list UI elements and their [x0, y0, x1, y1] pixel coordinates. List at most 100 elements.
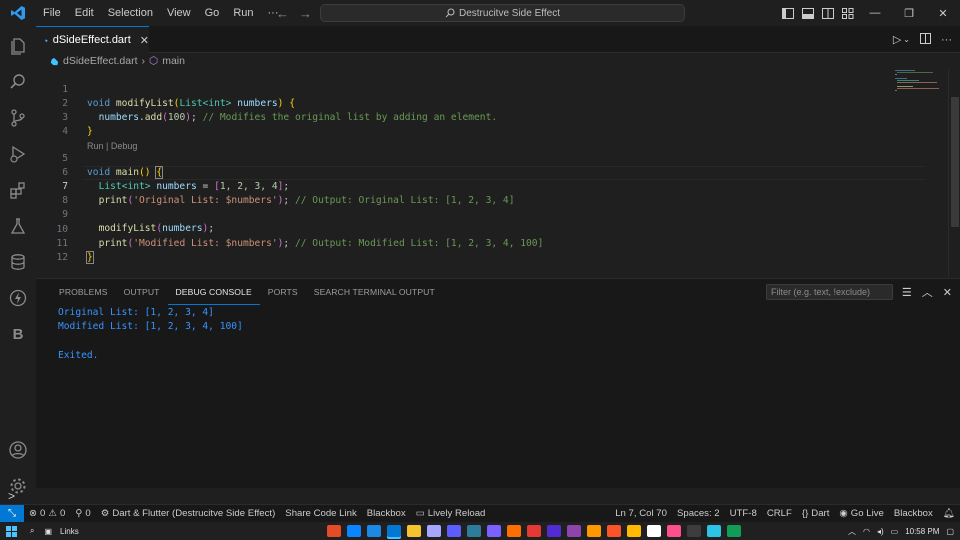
taskbar-app-icon[interactable] [447, 525, 461, 537]
indentation[interactable]: Spaces: 2 [672, 508, 725, 519]
database-icon[interactable] [0, 244, 36, 280]
network-icon[interactable]: ◠ [863, 527, 870, 536]
tab-problems[interactable]: PROBLEMS [51, 279, 116, 305]
forward-arrow-icon[interactable]: → [299, 6, 312, 21]
clock[interactable]: 10:58 PM [905, 527, 939, 536]
menu-file[interactable]: File [36, 0, 68, 26]
taskbar-app-icon[interactable] [527, 525, 541, 537]
taskbar-app-icon[interactable] [587, 525, 601, 537]
back-arrow-icon[interactable]: ← [276, 6, 289, 21]
close-window-icon[interactable]: ✕ [926, 0, 960, 26]
cube-icon: ⬡ [149, 55, 159, 67]
blackbox-icon[interactable]: B [0, 316, 36, 352]
battery-icon[interactable]: ▭ [891, 527, 899, 536]
account-icon[interactable] [0, 432, 36, 468]
scrollbar-thumb[interactable] [951, 97, 959, 227]
encoding[interactable]: UTF-8 [725, 508, 762, 519]
testing-flask-icon[interactable] [0, 208, 36, 244]
tab-search-terminal-output[interactable]: SEARCH TERMINAL OUTPUT [306, 279, 443, 305]
tab-ports[interactable]: PORTS [260, 279, 306, 305]
taskbar-app-icon[interactable] [427, 525, 441, 537]
menu-run[interactable]: Run [226, 0, 260, 26]
debug-icon: ⚙ [100, 508, 110, 519]
taskbar-app-icon[interactable] [687, 525, 701, 537]
toggle-primary-sidebar-icon[interactable] [778, 0, 798, 26]
task-view-icon[interactable]: ▣ [44, 527, 52, 536]
bell-icon[interactable]: 🔔︎ [938, 508, 960, 519]
minimap[interactable] [894, 69, 944, 109]
taskbar-app-icon[interactable] [367, 525, 381, 537]
run-play-icon[interactable]: ▷ [893, 33, 901, 46]
taskbar-app-icon[interactable] [387, 525, 401, 537]
taskbar-app-icon[interactable] [327, 525, 341, 537]
remote-indicator-icon[interactable]: ⤡ [0, 504, 24, 523]
tab-debug-console[interactable]: DEBUG CONSOLE [167, 279, 260, 305]
search-icon[interactable] [0, 64, 36, 100]
taskbar-app-icon[interactable] [347, 525, 361, 537]
manage-gear-icon[interactable] [0, 468, 36, 504]
command-center[interactable]: Destrucitve Side Effect [320, 4, 685, 22]
run-debug-icon[interactable] [0, 136, 36, 172]
source-control-icon[interactable] [0, 100, 36, 136]
braces-icon: {} [801, 508, 809, 519]
taskbar-app-icon[interactable] [507, 525, 521, 537]
taskbar-app-icon[interactable] [467, 525, 481, 537]
share-code-link[interactable]: Share Code Link [280, 508, 361, 519]
minimize-icon[interactable]: — [858, 0, 892, 26]
cursor-position[interactable]: Ln 7, Col 70 [610, 508, 672, 519]
breadcrumb-symbol[interactable]: main [162, 55, 185, 67]
chevron-up-icon[interactable]: ︿ [848, 526, 856, 537]
blackbox-status[interactable]: Blackbox [362, 508, 411, 519]
explorer-icon[interactable] [0, 28, 36, 64]
chevron-down-icon[interactable]: ⌄ [903, 35, 910, 44]
debug-config-status[interactable]: ⚙ Dart & Flutter (Destrucitve Side Effect… [96, 508, 281, 519]
tab-output[interactable]: OUTPUT [116, 279, 168, 305]
menu-edit[interactable]: Edit [68, 0, 101, 26]
split-editor-icon[interactable] [920, 32, 931, 47]
taskbar-app-icon[interactable] [727, 525, 741, 537]
editor-scrollbar[interactable] [948, 69, 960, 277]
console-prompt[interactable]: > [8, 489, 15, 503]
go-live-button[interactable]: ◉ Go Live [834, 508, 888, 519]
line-ending[interactable]: CRLF [762, 508, 797, 519]
tab-dsideeffect[interactable]: dSideEffect.dart ✕ [36, 26, 149, 53]
menu-view[interactable]: View [160, 0, 198, 26]
lively-reload-status[interactable]: ▭ Lively Reload [411, 508, 491, 519]
extensions-icon[interactable] [0, 172, 36, 208]
customize-layout-icon[interactable] [838, 0, 858, 26]
close-icon[interactable]: ✕ [140, 34, 149, 47]
problems-status[interactable]: ⊗ 0 ⚠ 0 [24, 508, 70, 519]
code-line: 11 } [36, 223, 936, 264]
clear-console-icon[interactable]: ☰ [902, 286, 912, 299]
taskbar-app-icon[interactable] [487, 525, 501, 537]
taskbar-app-icon[interactable] [707, 525, 721, 537]
taskbar-app-icon[interactable] [607, 525, 621, 537]
restore-icon[interactable]: ❐ [892, 0, 926, 26]
breadcrumb-file[interactable]: dSideEffect.dart [63, 55, 138, 67]
volume-icon[interactable]: ◂) [877, 527, 884, 536]
taskbar-app-icon[interactable] [567, 525, 581, 537]
taskbar-app-icon[interactable] [667, 525, 681, 537]
taskbar-search-icon[interactable]: ⌕ [30, 526, 34, 536]
code-line: 2 numbers.add(100); // Modifies the orig… [36, 83, 936, 123]
menu-selection[interactable]: Selection [101, 0, 160, 26]
language-mode[interactable]: {} Dart [797, 508, 835, 519]
maximize-panel-icon[interactable]: ︿ [922, 284, 933, 300]
more-actions-icon[interactable]: ··· [941, 34, 952, 46]
links-toolbar[interactable]: Links [60, 527, 79, 536]
toggle-secondary-sidebar-icon[interactable] [818, 0, 838, 26]
close-panel-icon[interactable]: ✕ [943, 286, 952, 299]
thunder-client-icon[interactable] [0, 280, 36, 316]
ports-status[interactable]: ⚲ 0 [70, 508, 95, 519]
code-editor[interactable]: 1 void modifyList(List<int> numbers) { 2… [36, 69, 948, 277]
taskbar-app-icon[interactable] [627, 525, 641, 537]
toggle-panel-icon[interactable] [798, 0, 818, 26]
taskbar-app-icon[interactable] [647, 525, 661, 537]
blackbox-right-status[interactable]: Blackbox [889, 508, 938, 519]
windows-start-icon[interactable] [6, 525, 20, 537]
taskbar-app-icon[interactable] [407, 525, 421, 537]
menu-go[interactable]: Go [198, 0, 227, 26]
filter-input[interactable]: Filter (e.g. text, !exclude) [766, 284, 893, 300]
notifications-icon[interactable]: ▢ [946, 527, 954, 536]
taskbar-app-icon[interactable] [547, 525, 561, 537]
